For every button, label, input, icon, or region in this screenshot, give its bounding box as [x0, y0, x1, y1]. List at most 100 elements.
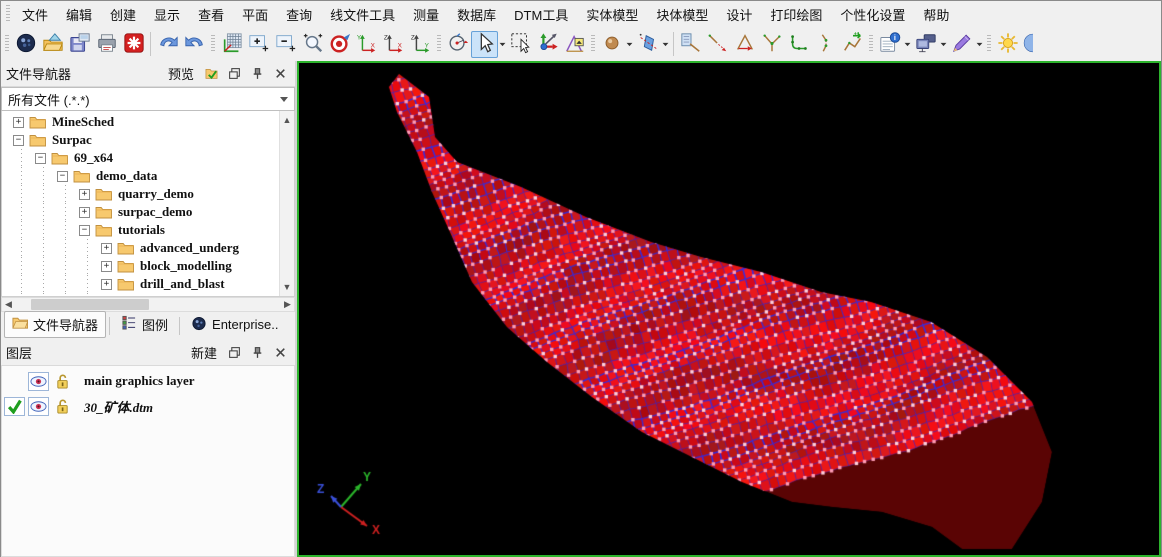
tab-file-navigator[interactable]: 文件导航器 — [4, 311, 106, 338]
toolbar-grip[interactable] — [211, 35, 215, 53]
preview-refresh-icon[interactable] — [202, 64, 221, 83]
float-panel-icon[interactable] — [225, 343, 244, 362]
lock-open-icon[interactable] — [52, 397, 73, 416]
properties-button[interactable]: i — [876, 31, 903, 58]
menu-13[interactable]: 块体模型 — [647, 2, 717, 27]
graphics-canvas[interactable] — [299, 63, 1159, 555]
toolbar-grip[interactable] — [869, 35, 873, 53]
menu-17[interactable]: 帮助 — [914, 2, 958, 27]
segment-join-button[interactable] — [758, 31, 785, 58]
layer-row[interactable]: main graphics layer — [4, 369, 292, 394]
segment-close-button[interactable] — [731, 31, 758, 58]
tree-vertical-scrollbar[interactable]: ▲ ▼ — [279, 111, 294, 296]
zoom-out-button[interactable] — [272, 31, 299, 58]
toolbar-grip[interactable] — [437, 35, 441, 53]
tree-item-surpac_demo[interactable]: +surpac_demo — [2, 203, 279, 221]
menu-4[interactable]: 显示 — [145, 2, 189, 27]
tab-enterprise[interactable]: Enterprise.. — [183, 312, 286, 338]
tree-item-drill_and_blast[interactable]: +drill_and_blast — [2, 275, 279, 293]
open-file-button[interactable] — [39, 31, 66, 58]
zoom-extents-button[interactable] — [326, 31, 353, 58]
scroll-right-icon[interactable]: ▶ — [281, 298, 294, 311]
tree-item-quarry_demo[interactable]: +quarry_demo — [2, 185, 279, 203]
zoom-grid-button[interactable] — [218, 31, 245, 58]
segment-create-button[interactable] — [785, 31, 812, 58]
tree-item-advanced_underg[interactable]: +advanced_underg — [2, 239, 279, 257]
viewport-3d[interactable] — [297, 61, 1161, 557]
expand-icon[interactable]: + — [79, 189, 90, 200]
print-button[interactable] — [93, 31, 120, 58]
toolbar-grip[interactable] — [5, 35, 9, 53]
menu-9[interactable]: 测量 — [404, 2, 448, 27]
expand-icon[interactable]: + — [101, 279, 112, 290]
close-panel-icon[interactable] — [271, 343, 290, 362]
scroll-up-icon[interactable]: ▲ — [281, 113, 294, 126]
close-panel-icon[interactable] — [271, 64, 290, 83]
menu-16[interactable]: 个性化设置 — [831, 2, 914, 27]
new-layer-button[interactable]: 新建 — [187, 342, 221, 363]
menu-12[interactable]: 实体模型 — [577, 2, 647, 27]
tree-item-69_x64[interactable]: −69_x64 — [2, 149, 279, 167]
scroll-left-icon[interactable]: ◀ — [2, 298, 15, 311]
collapse-icon[interactable]: − — [13, 135, 24, 146]
edit-pencil-button[interactable] — [948, 31, 975, 58]
tree-item-block_modelling[interactable]: +block_modelling — [2, 257, 279, 275]
redo-button[interactable] — [181, 31, 208, 58]
pin-panel-icon[interactable] — [248, 343, 267, 362]
scroll-down-icon[interactable]: ▼ — [281, 281, 294, 294]
expand-icon[interactable]: + — [101, 243, 112, 254]
layer-active-checkbox[interactable] — [4, 397, 25, 416]
surpac-globe-button[interactable] — [12, 31, 39, 58]
float-panel-icon[interactable] — [225, 64, 244, 83]
box-select-button[interactable] — [507, 31, 534, 58]
scrollbar-thumb[interactable] — [31, 299, 149, 310]
tab-legend[interactable]: 图例 — [113, 311, 176, 338]
collapse-icon[interactable]: − — [35, 153, 46, 164]
eye-icon[interactable] — [28, 372, 49, 391]
view-plane-zy-button[interactable]: ZY — [407, 31, 434, 58]
expand-icon[interactable]: + — [13, 117, 24, 128]
toolbar-grip[interactable] — [591, 35, 595, 53]
menubar-grip[interactable] — [6, 5, 10, 23]
chevron-down-icon[interactable] — [975, 31, 984, 58]
tree-item-tutorials[interactable]: −tutorials — [2, 221, 279, 239]
save-button[interactable] — [66, 31, 93, 58]
menu-8[interactable]: 线文件工具 — [321, 2, 404, 27]
menu-14[interactable]: 设计 — [717, 2, 761, 27]
menu-15[interactable]: 打印绘图 — [761, 2, 831, 27]
segment-properties-button[interactable] — [677, 31, 704, 58]
segment-split-button[interactable] — [812, 31, 839, 58]
pin-panel-icon[interactable] — [248, 64, 267, 83]
chevron-down-icon[interactable] — [498, 31, 507, 58]
preview-button[interactable]: 预览 — [164, 63, 198, 84]
file-filter-dropdown[interactable]: 所有文件 (.*.*) — [1, 87, 295, 111]
eye-icon[interactable] — [28, 397, 49, 416]
menu-3[interactable]: 创建 — [101, 2, 145, 27]
tree-item-Surpac[interactable]: −Surpac — [2, 131, 279, 149]
undo-button[interactable] — [154, 31, 181, 58]
chevron-down-icon[interactable] — [939, 31, 948, 58]
snap-corner-button[interactable] — [561, 31, 588, 58]
collapse-icon[interactable]: − — [57, 171, 68, 182]
display-settings-button[interactable] — [912, 31, 939, 58]
lock-open-icon[interactable] — [52, 372, 73, 391]
expand-icon[interactable]: + — [79, 207, 90, 218]
zoom-window-button[interactable] — [299, 31, 326, 58]
orbit-view-button[interactable] — [444, 31, 471, 58]
toolbar-grip[interactable] — [987, 35, 991, 53]
menu-11[interactable]: DTM工具 — [505, 2, 577, 27]
tree-item-dtm_surfaces[interactable]: +dtm_surfaces — [2, 293, 279, 296]
segment-break-button[interactable] — [704, 31, 731, 58]
layer-row[interactable]: 30_矿体.dtm — [4, 394, 292, 419]
lighting-button[interactable] — [994, 31, 1021, 58]
chevron-down-icon[interactable] — [661, 31, 670, 58]
point-marker-button[interactable] — [598, 31, 625, 58]
collapse-icon[interactable]: − — [79, 225, 90, 236]
menu-1[interactable]: 文件 — [13, 2, 57, 27]
tree-horizontal-scrollbar[interactable]: ◀ ▶ — [1, 297, 295, 312]
expand-icon[interactable]: + — [101, 261, 112, 272]
segment-renumber-button[interactable]: +1 — [839, 31, 866, 58]
layer-checkbox-empty[interactable] — [4, 372, 25, 391]
select-tool-button[interactable] — [471, 31, 498, 58]
chevron-down-icon[interactable] — [903, 31, 912, 58]
